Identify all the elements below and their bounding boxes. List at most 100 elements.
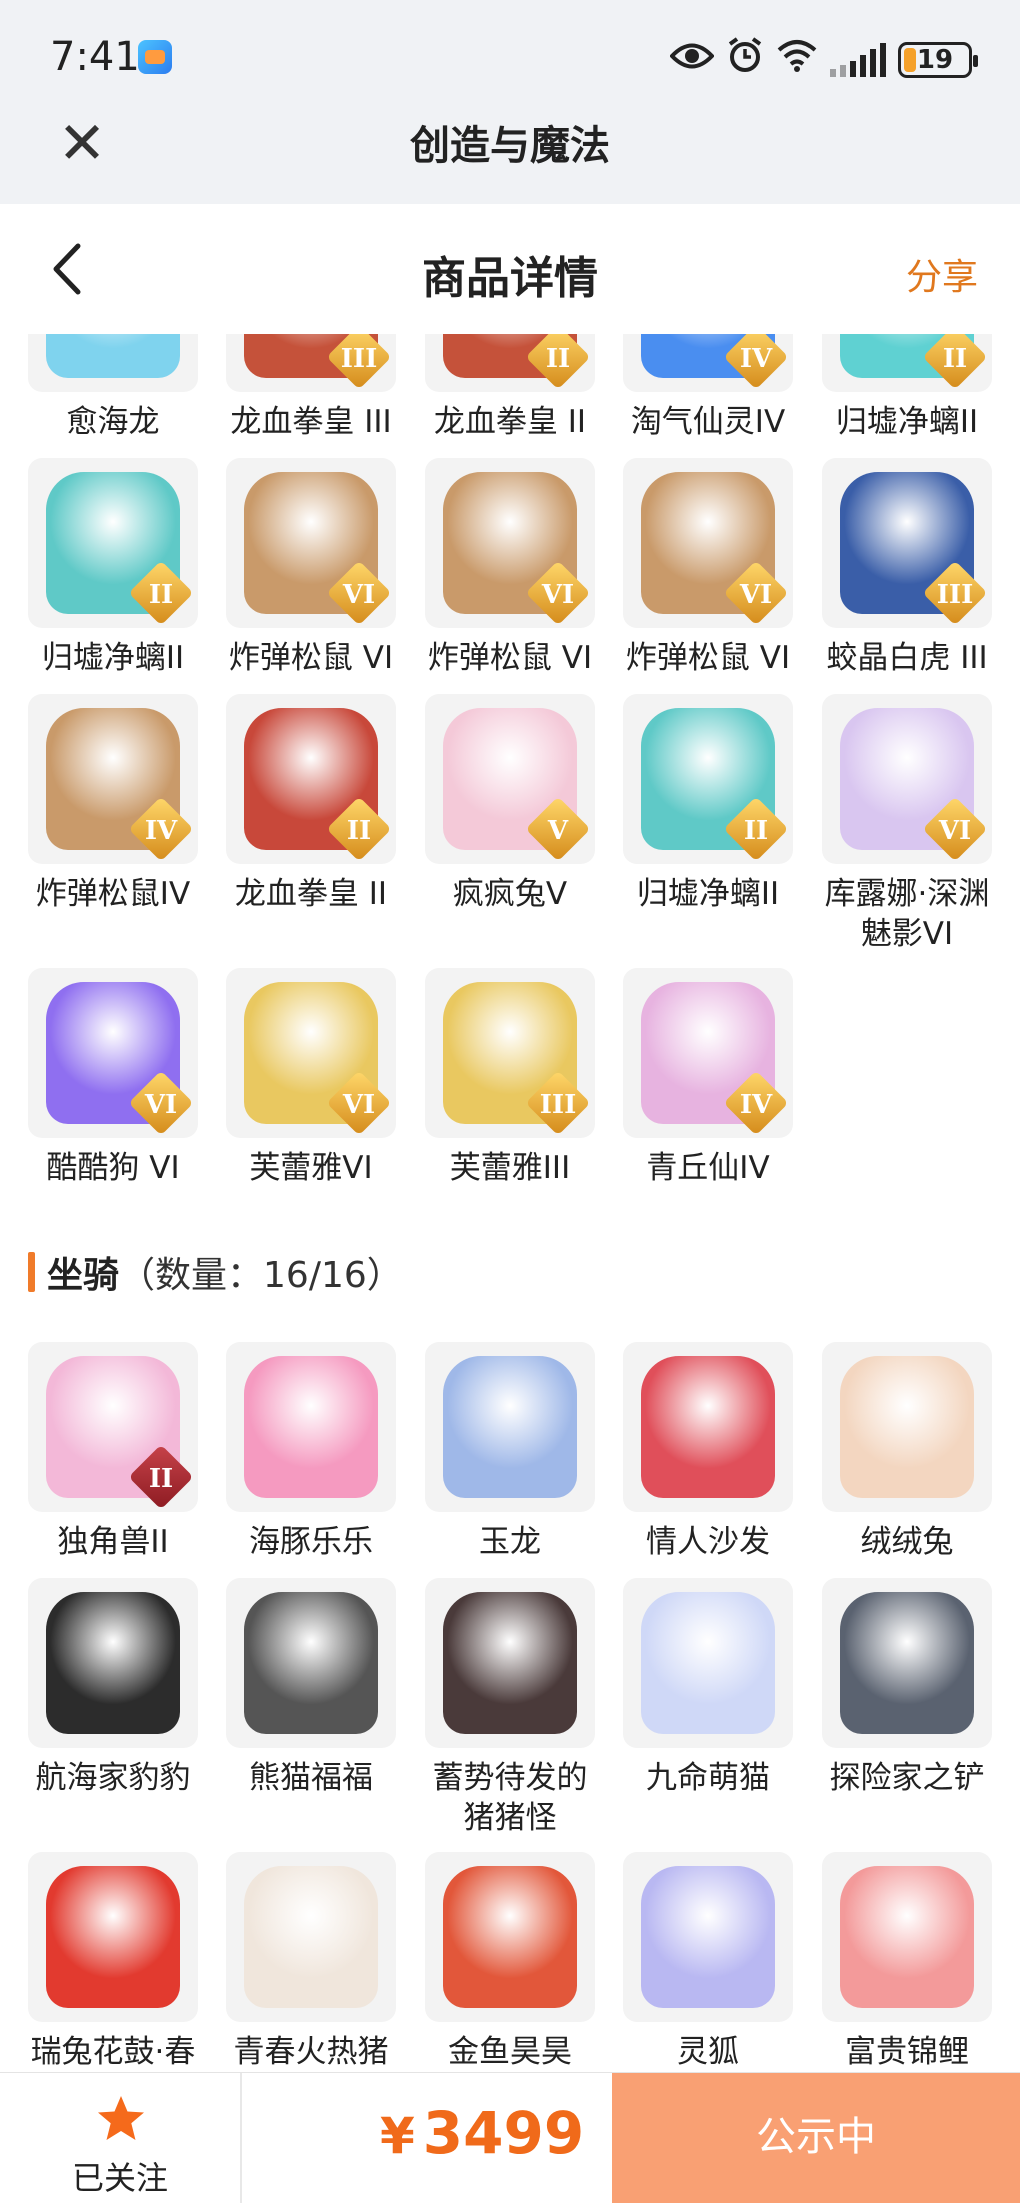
pet-item[interactable]: III 龙血拳皇 III xyxy=(224,334,398,442)
mount-thumbnail xyxy=(226,1578,396,1748)
mount-item[interactable]: 玉龙 xyxy=(423,1342,597,1562)
pet-name: 龙血拳皇 III xyxy=(230,404,392,440)
pet-name: 芙蕾雅VI xyxy=(249,1150,373,1186)
pet-item[interactable]: V 疯疯兔V xyxy=(423,694,597,914)
pet-item[interactable]: II 归墟净螭II xyxy=(26,458,200,678)
pet-name: 龙血拳皇 II xyxy=(433,404,587,440)
pet-thumbnail: II xyxy=(226,694,396,864)
pet-item[interactable]: VI 炸弹松鼠 VI xyxy=(621,458,795,678)
section-accent-bar xyxy=(28,1252,35,1292)
mount-thumbnail xyxy=(425,1578,595,1748)
mount-name: 金鱼昊昊 xyxy=(448,2034,572,2070)
product-detail-content[interactable]: 坐骑 （数量：16/16） 愈海龙 III 龙血拳皇 III II 龙血拳皇 II IV 淘… xyxy=(0,334,1020,2072)
mount-item[interactable]: 海豚乐乐 xyxy=(224,1342,398,1562)
pet-thumbnail: IV xyxy=(623,968,793,1138)
pet-item[interactable]: III 蛟晶白虎 III xyxy=(820,458,994,678)
mount-thumbnail xyxy=(28,1852,198,2022)
grade-label: IV xyxy=(144,816,178,846)
mount-item[interactable]: 金鱼昊昊 xyxy=(423,1852,597,2072)
mount-image xyxy=(46,1866,180,2008)
pet-item[interactable]: IV 炸弹松鼠IV xyxy=(26,694,200,914)
pet-item[interactable]: VI 芙蕾雅VI xyxy=(224,968,398,1188)
grade-label: III xyxy=(936,580,974,610)
price: ¥3499 xyxy=(380,2099,584,2167)
pet-item[interactable]: III 芙蕾雅III xyxy=(423,968,597,1188)
mount-thumbnail xyxy=(28,1578,198,1748)
app-bar: ✕ 创造与魔法 xyxy=(0,114,1020,204)
mount-item[interactable]: II 独角兽II xyxy=(26,1342,200,1562)
section-count: （数量：16/16） xyxy=(119,1255,403,1296)
mount-image xyxy=(244,1356,378,1498)
mount-name: 灵狐 xyxy=(677,2034,739,2070)
mount-item[interactable]: 青春火热猪 xyxy=(224,1852,398,2072)
pet-item[interactable]: VI 库露娜·深渊魅影VI xyxy=(820,694,994,954)
grade-label: VI xyxy=(938,816,972,846)
pet-thumbnail: IV xyxy=(28,694,198,864)
grade-label: III xyxy=(340,344,378,374)
mount-name: 蓄势待发的猪猪怪 xyxy=(432,1760,588,1836)
mount-thumbnail: II xyxy=(28,1342,198,1512)
mount-item[interactable]: 九命萌猫 xyxy=(621,1578,795,1798)
signal-icon xyxy=(830,42,886,77)
pet-thumbnail: II xyxy=(28,458,198,628)
pet-item[interactable]: IV 青丘仙IV xyxy=(621,968,795,1188)
publicity-status-button[interactable]: 公示中 xyxy=(612,2073,1020,2203)
currency-symbol: ¥ xyxy=(380,2107,415,2165)
pet-item[interactable]: VI 酷酷狗 VI xyxy=(26,968,200,1188)
alarm-icon xyxy=(726,36,764,83)
grade-label: V xyxy=(547,816,569,846)
mount-name: 九命萌猫 xyxy=(646,1760,770,1796)
mount-name: 玉龙 xyxy=(479,1524,541,1560)
mount-thumbnail xyxy=(822,1578,992,1748)
pet-name: 库露娜·深渊魅影VI xyxy=(824,876,990,952)
pet-item[interactable]: II 龙血拳皇 II xyxy=(423,334,597,442)
mount-item[interactable]: 绒绒兔 xyxy=(820,1342,994,1562)
mount-image xyxy=(840,1866,974,2008)
mount-item[interactable]: 灵狐 xyxy=(621,1852,795,2072)
pet-name: 龙血拳皇 II xyxy=(234,876,388,912)
pet-item[interactable]: II 归墟净螭II xyxy=(820,334,994,442)
pet-item[interactable]: IV 淘气仙灵IV xyxy=(621,334,795,442)
pet-item[interactable]: VI 炸弹松鼠 VI xyxy=(423,458,597,678)
pet-name: 芙蕾雅III xyxy=(449,1150,571,1186)
mount-item[interactable]: 探险家之铲 xyxy=(820,1578,994,1798)
mount-name: 绒绒兔 xyxy=(860,1524,954,1560)
mount-image xyxy=(840,1356,974,1498)
mounts-section-header: 坐骑 （数量：16/16） xyxy=(28,1248,403,1296)
follow-button[interactable]: 已关注 xyxy=(0,2073,242,2203)
app-title: 创造与魔法 xyxy=(410,123,610,169)
mount-thumbnail xyxy=(425,1342,595,1512)
mount-image xyxy=(641,1866,775,2008)
grade-label: VI xyxy=(342,580,376,610)
pet-item[interactable]: 愈海龙 xyxy=(26,334,200,442)
mount-item[interactable]: 情人沙发 xyxy=(621,1342,795,1562)
pet-name: 愈海龙 xyxy=(66,404,160,440)
mount-image xyxy=(244,1866,378,2008)
grade-label: VI xyxy=(739,580,773,610)
pet-name: 青丘仙IV xyxy=(646,1150,770,1186)
mount-item[interactable]: 瑞兔花鼓·春 xyxy=(26,1852,200,2072)
mount-item[interactable]: 富贵锦鲤 xyxy=(820,1852,994,2072)
pet-thumbnail: VI xyxy=(28,968,198,1138)
mount-image xyxy=(443,1356,577,1498)
status-icons: 19 xyxy=(669,36,978,83)
mount-item[interactable]: 航海家豹豹 xyxy=(26,1578,200,1798)
mount-thumbnail xyxy=(425,1852,595,2022)
price-value: 3499 xyxy=(422,2099,585,2167)
share-button[interactable]: 分享 xyxy=(906,248,978,300)
pet-name: 归墟净螭II xyxy=(636,876,780,912)
pet-name: 炸弹松鼠 VI xyxy=(427,640,593,676)
pet-item[interactable]: II 龙血拳皇 II xyxy=(224,694,398,914)
mount-image xyxy=(443,1866,577,2008)
grade-label: IV xyxy=(739,1090,773,1120)
mount-image xyxy=(244,1592,378,1734)
pet-name: 蛟晶白虎 III xyxy=(826,640,988,676)
pet-item[interactable]: VI 炸弹松鼠 VI xyxy=(224,458,398,678)
mount-item[interactable]: 熊猫福福 xyxy=(224,1578,398,1798)
mount-name: 富贵锦鲤 xyxy=(845,2034,969,2070)
pet-item[interactable]: II 归墟净螭II xyxy=(621,694,795,914)
mount-item[interactable]: 蓄势待发的猪猪怪 xyxy=(423,1578,597,1838)
grade-label: II xyxy=(148,1464,174,1494)
pet-name: 淘气仙灵IV xyxy=(630,404,786,440)
mount-image xyxy=(641,1592,775,1734)
